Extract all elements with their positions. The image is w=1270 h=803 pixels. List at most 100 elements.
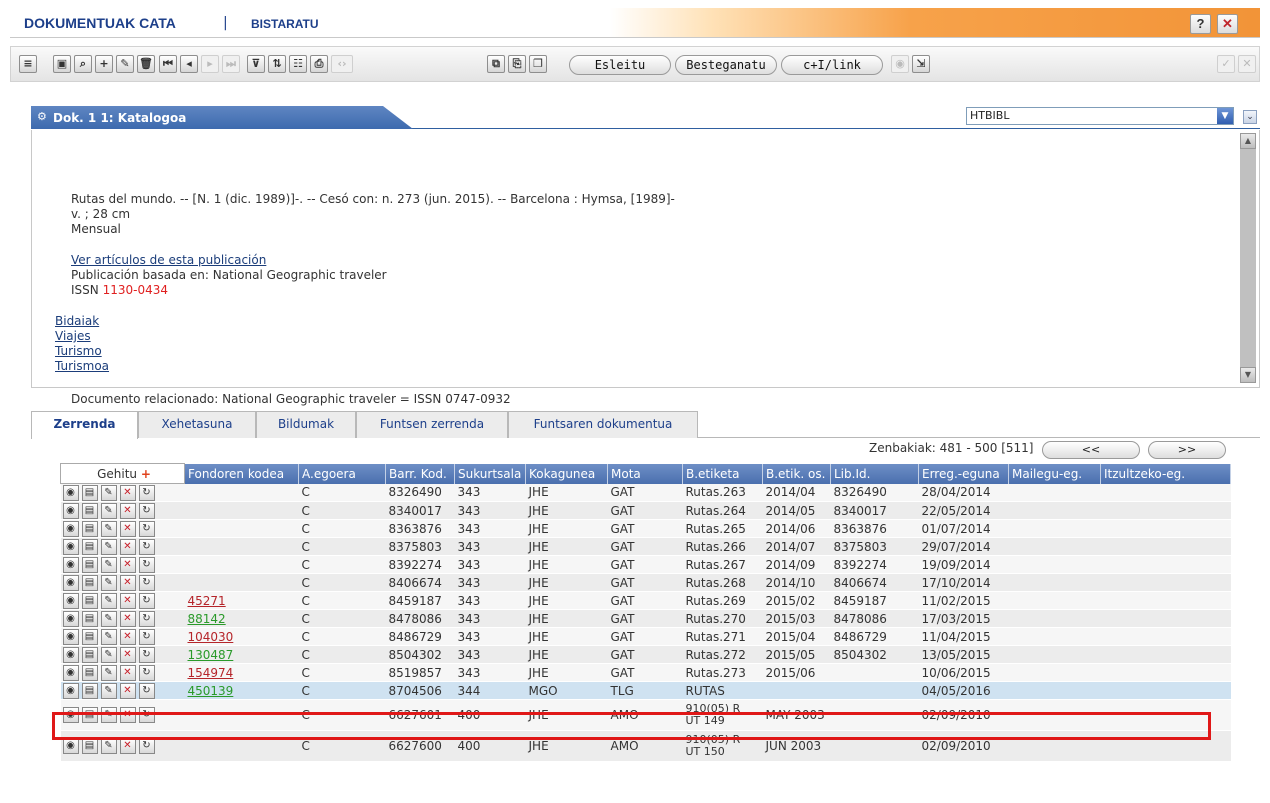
help-button[interactable]: ? — [1190, 14, 1211, 34]
link-icon[interactable]: ↻ — [138, 592, 155, 609]
search-icon[interactable]: ⌕ — [74, 55, 92, 73]
prev-page-button[interactable]: << — [1042, 441, 1140, 459]
link-icon[interactable]: ↻ — [138, 628, 155, 645]
print-icon[interactable]: ⎙ — [310, 55, 328, 73]
link-icon[interactable]: ↻ — [138, 556, 155, 573]
first-icon[interactable]: ⏮ — [159, 55, 177, 73]
edit-icon[interactable]: ✎ — [100, 738, 117, 754]
link-icon[interactable]: ↻ — [138, 738, 155, 754]
view-icon[interactable]: ◉ — [62, 574, 79, 591]
fund-code-link[interactable]: 104030 — [188, 630, 234, 644]
link-icon[interactable]: ↻ — [138, 484, 155, 501]
chevron-down-icon[interactable]: ▼ — [1217, 108, 1233, 124]
column-header[interactable]: Lib.Id. — [830, 463, 919, 484]
fund-code-link[interactable]: 45271 — [188, 594, 226, 608]
filter-icon[interactable]: ⊽ — [247, 55, 265, 73]
table-row[interactable]: ◉ ▤ ✎ ✕ ↻ C 8406674 343 JHE GAT Rutas.268 2014/10 84… — [60, 573, 1231, 592]
link-icon[interactable]: ↻ — [138, 664, 155, 681]
subject-link[interactable]: Turismo — [55, 344, 102, 358]
paste-icon[interactable]: ⎘ — [508, 55, 526, 73]
tab-zerrenda[interactable]: Zerrenda — [31, 411, 138, 439]
table-row[interactable]: ◉ ▤ ✎ ✕ ↻ C 8375803 343 JHE GAT Rutas.266 2014/07 83… — [60, 537, 1231, 556]
table-cell[interactable]: 88142 — [184, 609, 299, 628]
last-icon[interactable]: ⏭ — [222, 55, 240, 73]
delete-icon[interactable]: ✕ — [119, 484, 136, 501]
edit-icon[interactable]: ✎ — [116, 55, 134, 73]
document-scrollbar[interactable]: ▲ ▼ — [1240, 133, 1256, 383]
confirm-icon[interactable]: ✓ — [1217, 55, 1235, 73]
table-row[interactable]: ◉ ▤ ✎ ✕ ↻ C 6627601 400 JHE AMO 910(05) R UT 149 MA… — [60, 699, 1231, 731]
table-cell[interactable]: 104030 — [184, 627, 299, 646]
edit-icon[interactable]: ✎ — [100, 628, 117, 645]
table-row[interactable]: ◉ ▤ ✎ ✕ ↻ C 8363876 343 JHE GAT Rutas.265 2014/06 83… — [60, 519, 1231, 538]
details-icon[interactable]: ▤ — [81, 682, 98, 699]
fund-code-link[interactable]: 154974 — [188, 666, 234, 680]
camera-icon[interactable]: ◉ — [891, 55, 909, 73]
nav-icon[interactable]: ‹› — [331, 55, 353, 73]
table-cell[interactable]: 450139 — [184, 681, 299, 700]
fund-code-link[interactable]: 130487 — [188, 648, 234, 662]
prev-icon[interactable]: ◂ — [180, 55, 198, 73]
details-icon[interactable]: ▤ — [81, 574, 98, 591]
view-icon[interactable]: ◉ — [62, 628, 79, 645]
next-page-button[interactable]: >> — [1148, 441, 1226, 459]
table-cell[interactable]: 154974 — [184, 663, 299, 682]
edit-icon[interactable]: ✎ — [100, 538, 117, 555]
delete-icon[interactable]: ✕ — [119, 610, 136, 627]
edit-icon[interactable]: ✎ — [100, 707, 117, 723]
tab-funtsaren-dokumentua[interactable]: Funtsaren dokumentua — [508, 411, 698, 438]
fund-code-link[interactable]: 450139 — [188, 684, 234, 698]
table-row[interactable]: ◉ ▤ ✎ ✕ ↻ C 6627600 400 JHE AMO 910(05) R UT 150 JU… — [60, 730, 1231, 762]
details-icon[interactable]: ▤ — [81, 628, 98, 645]
edit-icon[interactable]: ✎ — [100, 610, 117, 627]
columns-icon[interactable]: ☷ — [289, 55, 307, 73]
collapse-icon[interactable]: ⌄ — [1243, 110, 1257, 124]
table-row[interactable]: ◉ ▤ ✎ ✕ ↻ C 8326490 343 JHE GAT Rutas.263 2014/04 83… — [60, 483, 1231, 502]
delete-icon[interactable]: ✕ — [119, 592, 136, 609]
link-icon[interactable]: ↻ — [138, 707, 155, 723]
besteganatu-button[interactable]: Besteganatu — [675, 55, 777, 75]
table-row[interactable]: ◉ ▤ ✎ ✕ ↻ 45271 C 8459187 343 JHE GAT Rutas.269 2015… — [60, 591, 1231, 610]
link-icon[interactable]: ↻ — [138, 682, 155, 699]
format-select[interactable]: HTBIBL ▼ — [966, 107, 1234, 125]
export-icon[interactable]: ⇲ — [912, 55, 930, 73]
edit-icon[interactable]: ✎ — [100, 574, 117, 591]
view-icon[interactable]: ◉ — [62, 664, 79, 681]
view-icon[interactable]: ◉ — [62, 520, 79, 537]
details-icon[interactable]: ▤ — [81, 592, 98, 609]
link-icon[interactable]: ↻ — [138, 520, 155, 537]
tab-xehetasuna[interactable]: Xehetasuna — [138, 411, 256, 438]
link-icon[interactable]: ↻ — [138, 502, 155, 519]
subject-link[interactable]: Bidaiak — [55, 314, 99, 328]
delete-icon[interactable]: ✕ — [119, 520, 136, 537]
edit-icon[interactable]: ✎ — [100, 502, 117, 519]
tab-bildumak[interactable]: Bildumak — [256, 411, 356, 438]
details-icon[interactable]: ▤ — [81, 707, 98, 723]
delete-icon[interactable]: ✕ — [119, 628, 136, 645]
delete-icon[interactable]: ✕ — [119, 556, 136, 573]
table-cell[interactable]: 45271 — [184, 591, 299, 610]
column-header[interactable]: Barr. Kod. — [385, 463, 455, 484]
column-header[interactable]: Itzultzeko-eg. — [1100, 463, 1231, 484]
table-row[interactable]: ◉ ▤ ✎ ✕ ↻ C 8340017 343 JHE GAT Rutas.264 2014/05 83… — [60, 501, 1231, 520]
view-icon[interactable]: ◉ — [62, 484, 79, 501]
duplicate-icon[interactable]: ❐ — [529, 55, 547, 73]
delete-icon[interactable]: ✕ — [119, 574, 136, 591]
column-header[interactable]: Kokagunea — [525, 463, 608, 484]
column-header[interactable]: B.etiketa — [682, 463, 763, 484]
details-icon[interactable]: ▤ — [81, 520, 98, 537]
copy-icon[interactable]: ⧉ — [487, 55, 505, 73]
table-row[interactable]: ◉ ▤ ✎ ✕ ↻ 450139 C 8704506 344 MGO TLG RUTAS 04/05/2… — [60, 681, 1231, 700]
view-icon[interactable]: ◉ — [62, 538, 79, 555]
view-icon[interactable]: ◉ — [62, 707, 79, 723]
table-row[interactable]: ◉ ▤ ✎ ✕ ↻ 104030 C 8486729 343 JHE GAT Rutas.271 201… — [60, 627, 1231, 646]
table-row[interactable]: ◉ ▤ ✎ ✕ ↻ 130487 C 8504302 343 JHE GAT Rutas.272 201… — [60, 645, 1231, 664]
edit-icon[interactable]: ✎ — [100, 646, 117, 663]
esleitu-button[interactable]: Esleitu — [569, 55, 671, 75]
table-row[interactable]: ◉ ▤ ✎ ✕ ↻ 154974 C 8519857 343 JHE GAT Rutas.273 201… — [60, 663, 1231, 682]
view-icon[interactable]: ◉ — [62, 682, 79, 699]
edit-icon[interactable]: ✎ — [100, 556, 117, 573]
view-icon[interactable]: ◉ — [62, 738, 79, 754]
delete-icon[interactable]: ✕ — [119, 538, 136, 555]
column-header[interactable]: Mailegu-eg. — [1008, 463, 1101, 484]
